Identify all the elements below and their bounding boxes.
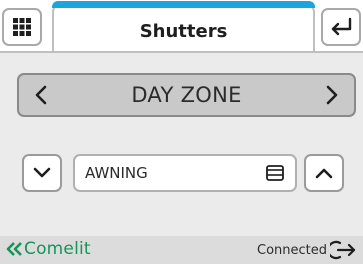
shutter-down-button[interactable] (22, 154, 62, 192)
zone-label: DAY ZONE (131, 83, 242, 107)
next-zone-button[interactable] (310, 75, 354, 115)
main-panel: DAY ZONE AWNING (0, 53, 363, 236)
page-title: Shutters (139, 21, 228, 42)
chevron-right-icon (326, 85, 338, 105)
menu-button[interactable] (2, 8, 42, 46)
chevron-down-icon (33, 167, 51, 178)
previous-zone-button[interactable] (19, 75, 63, 115)
connection-status: Connected (257, 243, 328, 258)
grid-menu-icon (13, 18, 31, 36)
shutter-icon (266, 165, 284, 181)
zone-selector: DAY ZONE (17, 73, 356, 117)
shutter-up-button[interactable] (304, 154, 344, 192)
footer-bar: Comelit Connected (0, 236, 363, 264)
brand-name: Comelit (24, 239, 91, 259)
return-arrow-icon (331, 17, 352, 36)
chevron-left-icon (35, 85, 47, 105)
title-tab: Shutters (52, 1, 315, 53)
comelit-logo-icon (6, 242, 22, 256)
top-bar: Shutters (0, 0, 363, 53)
device-field[interactable]: AWNING (73, 154, 297, 192)
logout-icon[interactable] (330, 240, 356, 260)
brand-logo: Comelit (6, 239, 91, 259)
chevron-up-icon (315, 168, 333, 179)
back-button[interactable] (321, 8, 361, 46)
device-label: AWNING (85, 164, 148, 182)
